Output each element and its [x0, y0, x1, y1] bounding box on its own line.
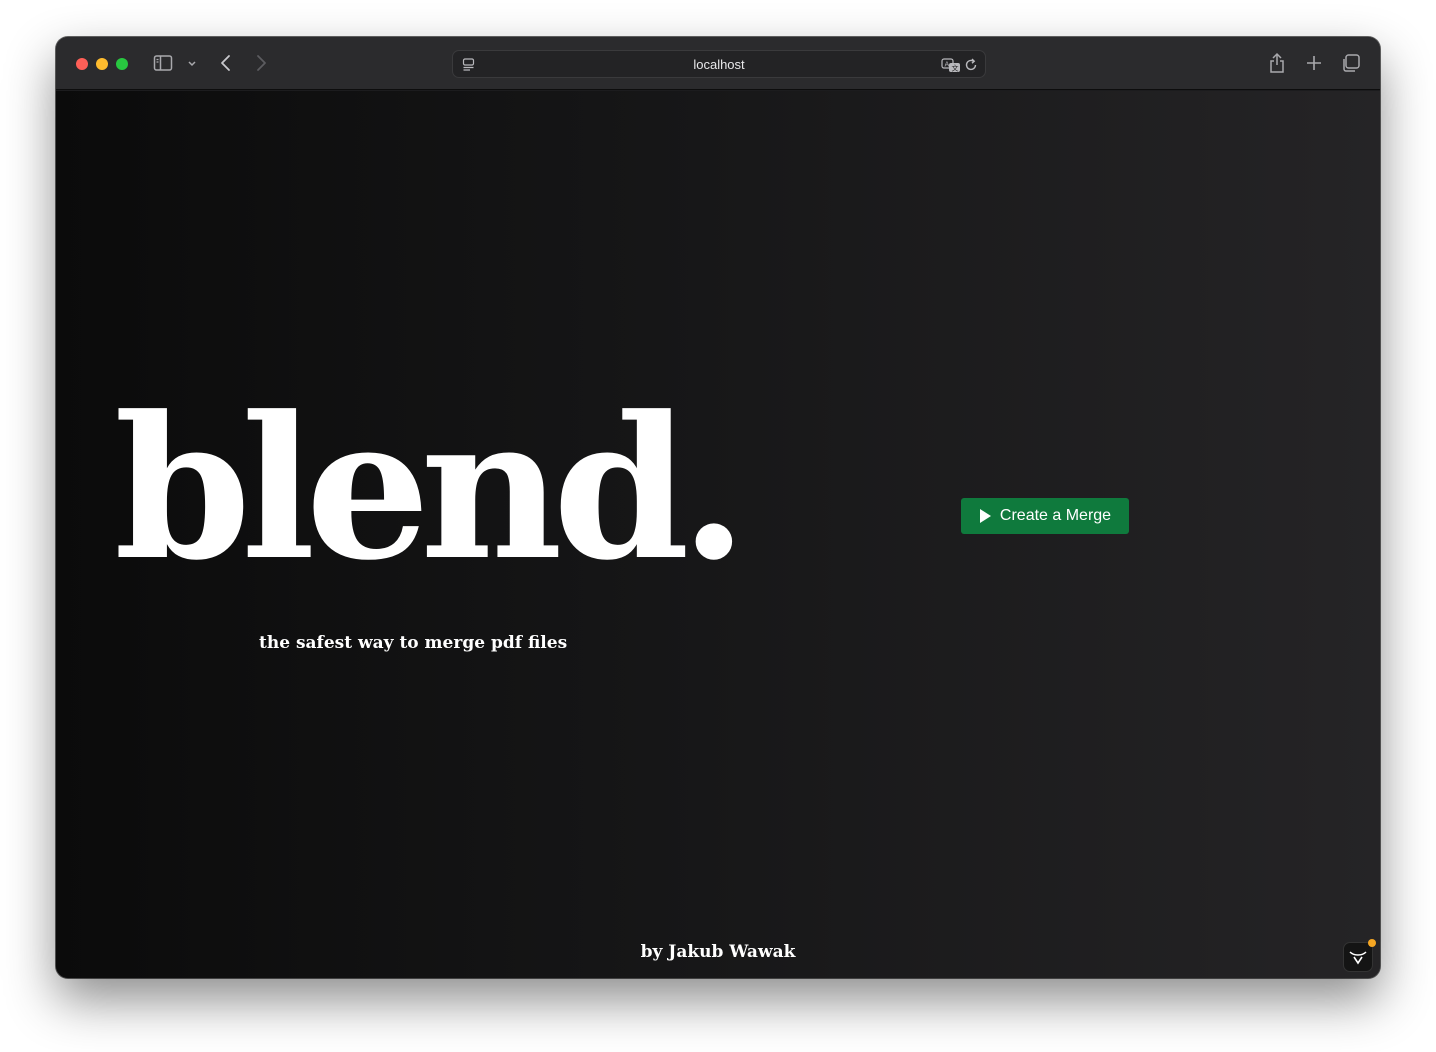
browser-window: localhost A文 blend. the safest way to me…	[56, 37, 1380, 978]
translate-icon[interactable]: A文	[941, 57, 961, 78]
back-icon[interactable]	[218, 53, 234, 73]
notification-dot	[1368, 939, 1376, 947]
browser-toolbar: localhost A文	[56, 37, 1380, 90]
author-byline: by Jakub Wawak	[640, 942, 796, 962]
zoom-window-button[interactable]	[116, 58, 128, 70]
reload-icon[interactable]	[963, 57, 979, 78]
page-content: blend. the safest way to merge pdf files…	[56, 91, 1380, 978]
forward-icon[interactable]	[253, 53, 269, 73]
svg-text:A: A	[945, 61, 950, 69]
close-window-button[interactable]	[76, 58, 88, 70]
share-icon[interactable]	[1268, 52, 1286, 74]
brand-logo-text: blend.	[114, 374, 748, 604]
address-bar[interactable]: localhost A文	[452, 50, 986, 78]
devtools-toggle-button[interactable]	[1343, 939, 1376, 972]
create-merge-button[interactable]: Create a Merge	[961, 498, 1129, 534]
devtools-logo-icon	[1349, 951, 1367, 965]
sidebar-icon[interactable]	[153, 53, 173, 73]
tagline: the safest way to merge pdf files	[259, 633, 568, 653]
tabs-overview-icon[interactable]	[1341, 53, 1361, 73]
address-url: localhost	[693, 57, 745, 72]
minimize-window-button[interactable]	[96, 58, 108, 70]
new-tab-icon[interactable]	[1305, 53, 1323, 73]
create-merge-label: Create a Merge	[999, 507, 1112, 524]
svg-text:文: 文	[952, 64, 959, 73]
play-icon	[979, 509, 991, 523]
chevron-down-icon[interactable]	[186, 53, 198, 73]
